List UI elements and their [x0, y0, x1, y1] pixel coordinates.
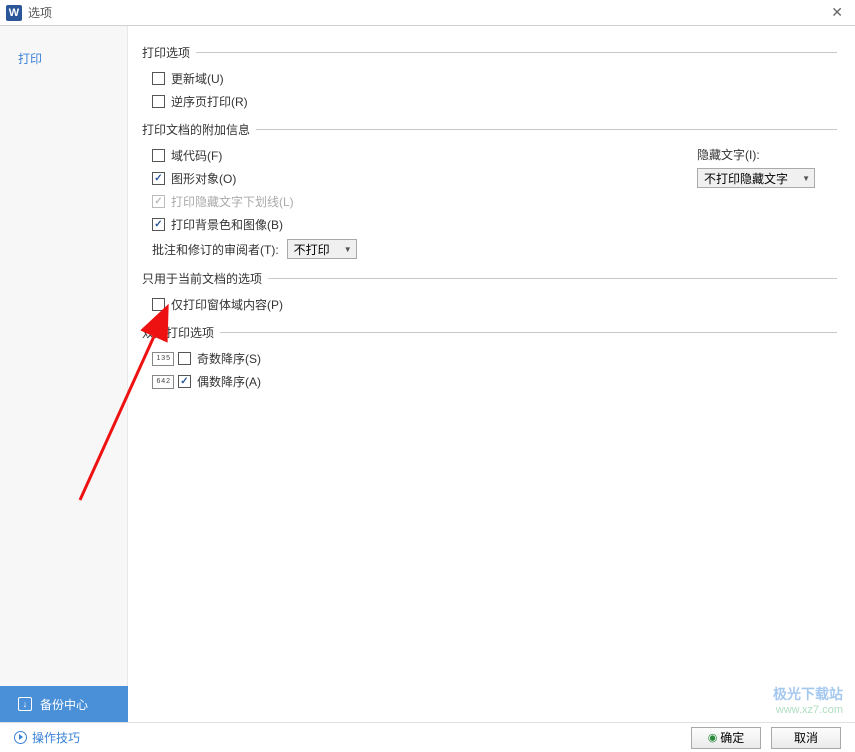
main-area: 打印 打印选项 更新域(U) 逆序页打印(R) 打印文档的附加信息 — [0, 26, 855, 706]
section-divider — [256, 129, 837, 130]
checkbox-update-fields[interactable] — [152, 72, 165, 85]
checkbox-form-fields-only[interactable] — [152, 298, 165, 311]
label-reverse-print: 逆序页打印(R) — [171, 93, 248, 110]
pages-even-icon: 6 4 2 — [152, 375, 174, 389]
checkbox-background[interactable] — [152, 218, 165, 231]
pages-odd-icon: 1 3 5 — [152, 352, 174, 366]
titlebar: W 选项 ✕ — [0, 0, 855, 26]
label-odd-desc: 奇数降序(S) — [197, 350, 261, 367]
section-additional-info: 打印文档的附加信息 域代码(F) 图形对象(O) 打印隐藏文字下划线(L) — [142, 121, 837, 262]
checkbox-even-desc[interactable] — [178, 375, 191, 388]
label-form-fields-only: 仅打印窗体域内容(P) — [171, 296, 283, 313]
cancel-button[interactable]: 取消 — [771, 727, 841, 749]
backup-icon: ↓ — [18, 697, 32, 711]
section-title: 打印文档的附加信息 — [142, 121, 250, 138]
checkbox-hidden-underline — [152, 195, 165, 208]
sidebar-item-print[interactable]: 打印 — [0, 44, 127, 73]
label-reviewer: 批注和修订的审阅者(T): — [152, 241, 279, 258]
label-background: 打印背景色和图像(B) — [171, 216, 283, 233]
checkbox-reverse-print[interactable] — [152, 95, 165, 108]
tips-link[interactable]: 操作技巧 — [14, 729, 80, 746]
select-reviewer[interactable]: 不打印 ▼ — [287, 239, 357, 259]
section-title: 只用于当前文档的选项 — [142, 270, 262, 287]
section-divider — [196, 52, 837, 53]
ok-button[interactable]: ◉ 确定 — [691, 727, 761, 749]
window-title: 选项 — [28, 4, 825, 21]
check-circle-icon: ◉ — [708, 731, 718, 744]
app-icon: W — [6, 5, 22, 21]
label-update-fields: 更新域(U) — [171, 70, 224, 87]
label-hidden-text: 隐藏文字(I): — [697, 146, 837, 163]
tips-label: 操作技巧 — [32, 729, 80, 746]
section-title: 双面打印选项 — [142, 324, 214, 341]
sidebar-item-label: 打印 — [18, 52, 42, 66]
sidebar: 打印 — [0, 26, 128, 706]
chevron-down-icon: ▼ — [802, 174, 810, 183]
ok-label: 确定 — [720, 729, 744, 746]
label-even-desc: 偶数降序(A) — [197, 373, 261, 390]
footer: 操作技巧 ◉ 确定 取消 — [0, 722, 855, 752]
backup-center-button[interactable]: ↓ 备份中心 — [0, 686, 128, 722]
section-title: 打印选项 — [142, 44, 190, 61]
content-panel: 打印选项 更新域(U) 逆序页打印(R) 打印文档的附加信息 — [128, 26, 855, 706]
section-divider — [268, 278, 837, 279]
section-divider — [220, 332, 837, 333]
select-hidden-text-value: 不打印隐藏文字 — [704, 170, 788, 187]
close-icon[interactable]: ✕ — [825, 4, 849, 21]
label-field-codes: 域代码(F) — [171, 147, 222, 164]
backup-label: 备份中心 — [40, 696, 88, 713]
cancel-label: 取消 — [794, 729, 818, 746]
select-reviewer-value: 不打印 — [294, 241, 330, 258]
label-graphic-objects: 图形对象(O) — [171, 170, 236, 187]
select-hidden-text[interactable]: 不打印隐藏文字 ▼ — [697, 168, 815, 188]
checkbox-graphic-objects[interactable] — [152, 172, 165, 185]
section-duplex: 双面打印选项 1 3 5 奇数降序(S) 6 4 2 偶数降序(A) — [142, 324, 837, 393]
checkbox-field-codes[interactable] — [152, 149, 165, 162]
chevron-down-icon: ▼ — [344, 245, 352, 254]
checkbox-odd-desc[interactable] — [178, 352, 191, 365]
label-hidden-underline: 打印隐藏文字下划线(L) — [171, 193, 294, 210]
section-print-options: 打印选项 更新域(U) 逆序页打印(R) — [142, 44, 837, 113]
section-current-doc: 只用于当前文档的选项 仅打印窗体域内容(P) — [142, 270, 837, 316]
play-circle-icon — [14, 731, 27, 744]
